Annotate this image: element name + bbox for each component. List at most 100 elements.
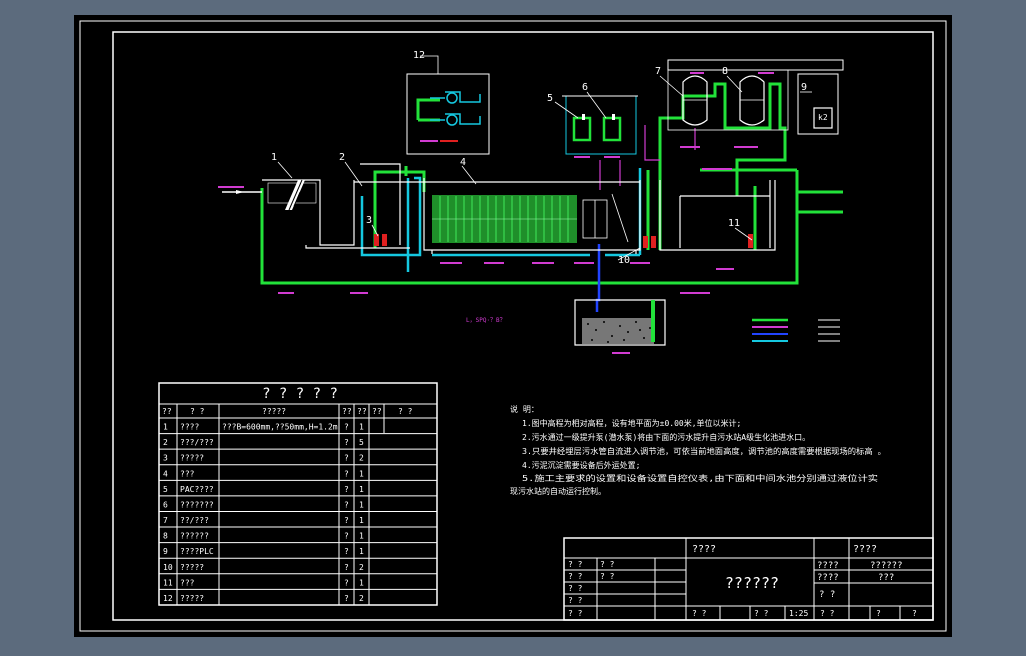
cad-drawing: k2 L，SPQ·？B？ 1 2 3 4 5 6 7 8 9 10 11 12 … (74, 15, 952, 637)
table-cell-no: 2 (163, 438, 168, 447)
table-cell-unit: ? (344, 485, 349, 494)
callout-5: 5 (547, 93, 553, 104)
table-cell-unit: ? (344, 454, 349, 463)
callout-3: 3 (366, 215, 372, 226)
table-cell-unit: ? (344, 547, 349, 556)
table-cell-name: PAC???? (180, 485, 214, 494)
tb-drawing-title: ?????? (725, 574, 779, 592)
table-cell-qty: 1 (359, 516, 364, 525)
table-cell-name: ????? (180, 563, 204, 572)
table-cell-name: ??? (180, 578, 195, 587)
table-cell-unit: ? (344, 578, 349, 587)
tb-left-3: ? ? (568, 584, 583, 593)
table-header-cell: ?? (342, 407, 352, 416)
table-cell-qty: 2 (359, 454, 364, 463)
tb-right-e: ? ? (819, 590, 835, 600)
tb-left-7: ? ? (600, 572, 615, 581)
tb-bottom-5: ? (876, 609, 881, 618)
note-line-4: 4.污泥沉淀需要设备后外运处置; (522, 460, 640, 470)
tb-right-b: ?????? (870, 561, 903, 571)
table-cell-spec: ???B=600mm,??50mm,H=1.2m (222, 423, 338, 432)
tb-left-2: ? ? (568, 572, 583, 581)
table-cell-name: ???? (180, 423, 199, 432)
table-cell-qty: 1 (359, 469, 364, 478)
callout-11: 11 (728, 218, 740, 229)
note-line-3: 3.只要井经埋层污水管自流进入调节池，可依当前地面高度，调节池的高度需要根据现场… (522, 446, 886, 456)
plc-label: k2 (818, 113, 828, 122)
note-line-2: 2.污水通过一级提升泵(潜水泵)将由下面的污水提升自污水站A级生化池进水口。 (522, 432, 810, 442)
tb-left-5: ? ? (568, 609, 583, 618)
table-cell-unit: ? (344, 423, 349, 432)
note-line-6: 现污水站的自动运行控制。 (510, 486, 606, 496)
callout-7: 7 (655, 66, 661, 77)
table-cell-name: ????? (180, 454, 204, 463)
table-cell-no: 1 (163, 423, 168, 432)
parts-table-title: ? ? ? ? ? (262, 386, 338, 402)
table-cell-qty: 1 (359, 485, 364, 494)
table-cell-no: 11 (163, 578, 173, 587)
tb-right-c: ???? (817, 573, 839, 583)
table-cell-name: ??/??? (180, 516, 209, 525)
note-line-1: 1.图中高程为相对高程，设有地平面为±0.00米,单位以米计; (522, 418, 741, 428)
table-header-cell: ????? (262, 407, 286, 416)
table-cell-no: 9 (163, 547, 168, 556)
table-cell-no: 5 (163, 485, 168, 494)
table-cell-unit: ? (344, 563, 349, 572)
callout-10: 10 (618, 255, 630, 266)
table-cell-no: 3 (163, 454, 168, 463)
table-header-cell: ?? (357, 407, 367, 416)
cad-viewport: k2 L，SPQ·？B？ 1 2 3 4 5 6 7 8 9 10 11 12 … (0, 0, 1026, 652)
tb-bottom-2: ? ? (754, 609, 769, 618)
table-cell-qty: 1 (359, 532, 364, 541)
table-cell-unit: ? (344, 516, 349, 525)
table-cell-qty: 2 (359, 563, 364, 572)
table-cell-unit: ? (344, 594, 349, 603)
table-cell-no: 7 (163, 516, 168, 525)
tb-bottom-4: ? ? (820, 609, 835, 618)
tb-bottom-6: ? (912, 609, 917, 618)
tb-top-b: ???? (853, 544, 877, 555)
table-cell-no: 10 (163, 563, 173, 572)
tb-bottom-1: ? ? (692, 609, 707, 618)
tb-left-1: ? ? (568, 560, 583, 569)
notes-heading: 说 明： (510, 404, 539, 414)
table-cell-no: 4 (163, 469, 168, 478)
table-cell-name: ?????? (180, 532, 209, 541)
table-header-cell: ?? (372, 407, 382, 416)
table-cell-unit: ? (344, 438, 349, 447)
tb-scale: 1:25 (789, 609, 808, 618)
tb-right-d: ??? (878, 573, 894, 583)
table-header-cell: ? ? (190, 407, 205, 416)
inlet-label-bar (218, 186, 244, 188)
callout-8: 8 (722, 66, 728, 77)
table-cell-qty: 1 (359, 500, 364, 509)
tb-top-a: ???? (692, 544, 716, 555)
table-cell-no: 8 (163, 532, 168, 541)
table-cell-name: ????PLC (180, 547, 214, 556)
tb-left-6: ? ? (600, 560, 615, 569)
table-cell-unit: ? (344, 500, 349, 509)
note-line-5: 5.施工主要求的设置和设备设置自控仪表,由下面和中间水池分别通过液位计实 (522, 473, 878, 483)
table-cell-qty: 1 (359, 578, 364, 587)
tb-left-4: ? ? (568, 596, 583, 605)
table-cell-no: 6 (163, 500, 168, 509)
callout-12: 12 (413, 50, 425, 61)
callout-9: 9 (801, 82, 807, 93)
table-cell-name: ??? (180, 469, 195, 478)
table-cell-name: ????? (180, 594, 204, 603)
diagram-annotation: L，SPQ·？B？ (466, 317, 506, 324)
table-cell-name: ???/??? (180, 438, 214, 447)
callout-2: 2 (339, 152, 345, 163)
table-cell-no: 12 (163, 594, 173, 603)
table-cell-qty: 2 (359, 594, 364, 603)
table-cell-qty: 1 (359, 547, 364, 556)
table-cell-unit: ? (344, 469, 349, 478)
table-cell-qty: 5 (359, 438, 364, 447)
table-cell-name: ??????? (180, 500, 214, 509)
callout-1: 1 (271, 152, 277, 163)
tb-right-a: ???? (817, 561, 839, 571)
table-header-cell: ? ? (398, 407, 413, 416)
table-cell-unit: ? (344, 532, 349, 541)
callout-6: 6 (582, 82, 588, 93)
table-header-cell: ?? (162, 407, 172, 416)
